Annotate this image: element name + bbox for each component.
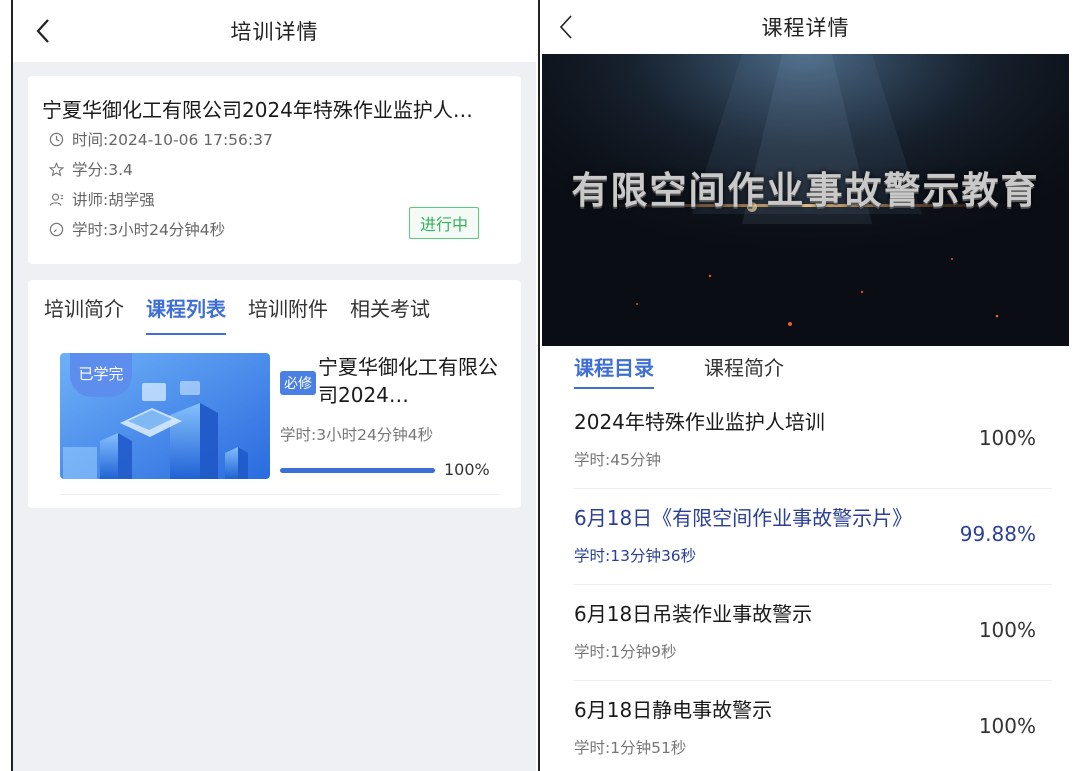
lesson-item[interactable]: 6月18日吊装作业事故警示 学时:1分钟9秒 100% xyxy=(574,585,1052,681)
page-title: 培训详情 xyxy=(230,20,319,44)
tab-attachments[interactable]: 培训附件 xyxy=(248,293,328,333)
tab-intro[interactable]: 培训简介 xyxy=(44,293,124,333)
credit-row: 学分:3.4 xyxy=(48,158,133,180)
lesson-hours: 学时:1分钟9秒 xyxy=(574,643,677,661)
video-player[interactable]: 有限空间作业事故警示教育 xyxy=(542,54,1069,346)
lesson-title: 6月18日静电事故警示 xyxy=(574,698,773,722)
lesson-item[interactable]: 6月18日静电事故警示 学时:1分钟51秒 100% xyxy=(574,681,1052,771)
required-badge: 必修 xyxy=(280,371,316,395)
hours-text: 学时:3小时24分钟4秒 xyxy=(72,221,226,239)
top-bar: 培训详情 xyxy=(13,0,536,62)
lesson-hours: 学时:13分钟36秒 xyxy=(574,547,697,565)
tab-course-list[interactable]: 课程列表 xyxy=(146,293,226,335)
lesson-item[interactable]: 2024年特殊作业监护人培训 学时:45分钟 100% xyxy=(574,393,1052,489)
tab-bar: 培训简介 课程列表 培训附件 相关考试 xyxy=(44,293,452,335)
catalog-tab-bar: 课程目录 课程简介 xyxy=(574,348,834,389)
progress-bar xyxy=(280,468,435,473)
completed-badge: 已学完 xyxy=(70,353,132,397)
tab-course-intro[interactable]: 课程简介 xyxy=(704,348,784,389)
chevron-left-icon xyxy=(36,19,49,43)
course-tabs-card: 培训简介 课程列表 培训附件 相关考试 已学完 必修 宁夏华御化工有限公司202… xyxy=(28,280,521,508)
back-button[interactable] xyxy=(552,12,580,42)
lecturer-row: 讲师:胡学强 xyxy=(48,188,155,210)
status-badge: 进行中 xyxy=(409,207,479,239)
lesson-progress: 100% xyxy=(978,426,1036,450)
chevron-left-icon xyxy=(559,15,572,39)
tab-catalog[interactable]: 课程目录 xyxy=(574,348,654,389)
divider xyxy=(60,494,502,495)
progress-fill xyxy=(280,468,435,473)
lesson-progress: 100% xyxy=(978,618,1036,642)
clock-icon xyxy=(48,131,64,147)
star-icon xyxy=(48,161,64,177)
time-text: 时间:2024-10-06 17:56:37 xyxy=(72,131,273,149)
credit-text: 学分:3.4 xyxy=(72,161,133,179)
progress-text: 100% xyxy=(444,460,490,479)
lesson-progress: 100% xyxy=(978,714,1036,738)
training-detail-screen: 培训详情 宁夏华御化工有限公司2024年特殊作业监护人… 时间:2024-10-… xyxy=(13,0,536,771)
course-thumbnail: 已学完 xyxy=(60,353,270,479)
lesson-title: 6月18日吊装作业事故警示 xyxy=(574,602,813,626)
course-detail-screen: 课程详情 有限空间作业事故警示教育 课程目录 课程简介 2024年特殊作业监护人… xyxy=(542,0,1069,771)
lecturer-text: 讲师:胡学强 xyxy=(72,191,155,209)
time-row: 时间:2024-10-06 17:56:37 xyxy=(48,128,273,150)
lesson-item-current[interactable]: 6月18日《有限空间作业事故警示片》 学时:13分钟36秒 99.88% xyxy=(574,489,1052,585)
lesson-title: 6月18日《有限空间作业事故警示片》 xyxy=(574,506,913,530)
page-title: 课程详情 xyxy=(761,16,850,40)
course-list-item[interactable]: 已学完 必修 宁夏华御化工有限公司2024… 学时:3小时24分钟4秒 100% xyxy=(60,353,500,481)
user-icon xyxy=(48,191,64,207)
video-caption: 有限空间作业事故警示教育 xyxy=(571,169,1040,212)
tab-exams[interactable]: 相关考试 xyxy=(350,293,430,333)
course-hours: 学时:3小时24分钟4秒 xyxy=(280,426,434,444)
timer-icon xyxy=(48,221,64,237)
hours-row: 学时:3小时24分钟4秒 xyxy=(48,218,225,240)
lesson-progress: 99.88% xyxy=(959,522,1036,546)
course-name: 宁夏华御化工有限公司2024… xyxy=(318,355,498,407)
training-info-card: 宁夏华御化工有限公司2024年特殊作业监护人… 时间:2024-10-06 17… xyxy=(28,76,521,264)
frame-divider xyxy=(538,0,540,771)
lesson-title: 2024年特殊作业监护人培训 xyxy=(574,410,825,434)
back-button[interactable] xyxy=(29,16,57,46)
lesson-hours: 学时:1分钟51秒 xyxy=(574,739,687,757)
lesson-hours: 学时:45分钟 xyxy=(574,451,661,469)
training-title: 宁夏华御化工有限公司2024年特殊作业监护人… xyxy=(42,98,473,122)
top-bar: 课程详情 xyxy=(542,0,1069,54)
